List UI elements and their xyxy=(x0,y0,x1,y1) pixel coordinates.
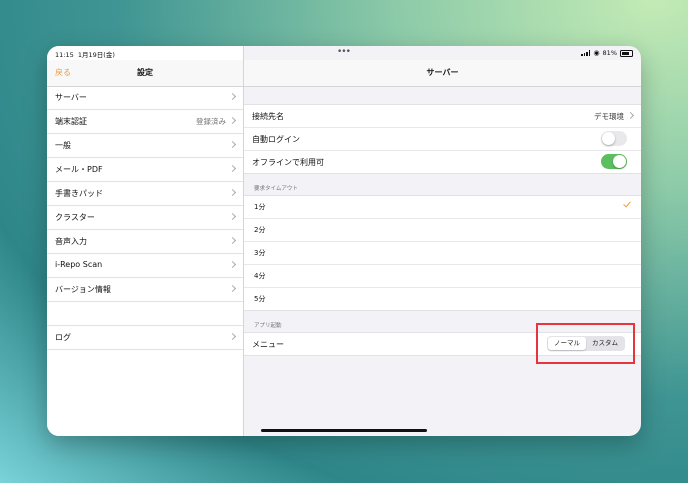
timeout-group: 1分 2分 3分 4分 5分 xyxy=(244,195,641,311)
multitasking-dots-icon[interactable]: ••• xyxy=(337,47,351,57)
chevron-right-icon xyxy=(228,116,237,125)
offline-toggle[interactable] xyxy=(601,154,627,169)
timeout-option-2[interactable]: 2分 xyxy=(244,219,641,242)
timeout-option-1[interactable]: 1分 xyxy=(244,196,641,219)
battery-percentage: 81% xyxy=(602,49,617,57)
status-date: 1月19日(金) xyxy=(77,51,115,59)
sidebar-item-general[interactable]: 一般 xyxy=(47,134,243,158)
auto-login-label: 自動ログイン xyxy=(252,135,300,144)
sidebar-item-mail-pdf[interactable]: メール・PDF xyxy=(47,158,243,182)
timeout-option-label: 4分 xyxy=(254,272,266,280)
signal-icon xyxy=(581,50,591,56)
sidebar-item-irepo-scan[interactable]: i-Repo Scan xyxy=(47,254,243,278)
connection-row[interactable]: 接続先名 デモ環境 xyxy=(244,105,641,128)
sidebar-title: 設定 xyxy=(137,68,153,77)
wifi-icon: ◉ xyxy=(593,49,600,57)
sidebar-item-server[interactable]: サーバー xyxy=(47,86,243,110)
sidebar-item-voice-input[interactable]: 音声入力 xyxy=(47,230,243,254)
chevron-right-icon xyxy=(228,212,237,221)
sidebar-item-label: バージョン情報 xyxy=(55,285,111,294)
sidebar-item-label: 手書きパッド xyxy=(55,189,103,198)
sidebar-item-log[interactable]: ログ xyxy=(47,326,243,350)
chevron-right-icon xyxy=(228,188,237,197)
chevron-right-icon xyxy=(228,92,237,101)
status-indicators: ◉ 81% xyxy=(581,49,633,57)
launch-section-header: アプリ起動 xyxy=(254,323,282,329)
main-navbar: サーバー xyxy=(244,60,641,87)
timeout-option-label: 2分 xyxy=(254,226,266,234)
status-time: 11:15 xyxy=(55,51,74,59)
timeout-option-3[interactable]: 3分 xyxy=(244,242,641,265)
menu-label: メニュー xyxy=(252,340,284,349)
sidebar-list: サーバー 端末認証 登録済み 一般 メール・PDF 手書きパッド クラスター 音声… xyxy=(47,86,243,350)
sidebar-spacer xyxy=(47,302,243,326)
checkmark-icon xyxy=(623,199,631,208)
auto-login-toggle[interactable] xyxy=(601,131,627,146)
sidebar-item-label: i-Repo Scan xyxy=(55,260,103,269)
sidebar-item-label: ログ xyxy=(55,333,71,342)
page-title: サーバー xyxy=(426,68,459,77)
timeout-option-label: 5分 xyxy=(254,295,266,303)
connection-label: 接続先名 xyxy=(252,112,284,121)
settings-sidebar: 戻る 設定 サーバー 端末認証 登録済み 一般 メール・PDF 手書きパッド クラ… xyxy=(47,46,244,436)
offline-label: オフラインで利用可 xyxy=(252,158,324,167)
timeout-section-header: 要求タイムアウト xyxy=(254,186,298,192)
chevron-right-icon xyxy=(228,284,237,293)
sidebar-item-label: 音声入力 xyxy=(55,237,87,246)
sidebar-item-label: 端末認証 xyxy=(55,117,87,126)
sidebar-item-label: クラスター xyxy=(55,213,95,222)
timeout-option-4[interactable]: 4分 xyxy=(244,265,641,288)
chevron-right-icon xyxy=(228,260,237,269)
sidebar-item-label: メール・PDF xyxy=(55,165,103,174)
highlight-box xyxy=(536,323,635,364)
chevron-right-icon xyxy=(228,332,237,341)
timeout-option-label: 3分 xyxy=(254,249,266,257)
chevron-right-icon xyxy=(228,164,237,173)
chevron-right-icon xyxy=(228,236,237,245)
sidebar-item-version-info[interactable]: バージョン情報 xyxy=(47,278,243,302)
battery-icon xyxy=(620,49,633,57)
connection-value: デモ環境 xyxy=(594,112,624,121)
auto-login-row: 自動ログイン xyxy=(244,128,641,151)
home-indicator[interactable] xyxy=(261,429,427,432)
sidebar-item-label: サーバー xyxy=(55,93,87,102)
sidebar-item-device-auth[interactable]: 端末認証 登録済み xyxy=(47,110,243,134)
ipad-screen: 戻る 設定 サーバー 端末認証 登録済み 一般 メール・PDF 手書きパッド クラ… xyxy=(47,46,641,436)
device-auth-status: 登録済み xyxy=(196,117,226,126)
sidebar-navbar: 戻る 設定 xyxy=(47,60,243,87)
status-bar: 11:15 1月19日(金) ••• ◉ 81% xyxy=(47,46,641,60)
chevron-right-icon xyxy=(228,140,237,149)
timeout-option-5[interactable]: 5分 xyxy=(244,288,641,310)
chevron-right-icon xyxy=(626,111,635,120)
timeout-option-label: 1分 xyxy=(254,203,266,211)
sidebar-item-handwriting-pad[interactable]: 手書きパッド xyxy=(47,182,243,206)
status-time-date: 11:15 1月19日(金) xyxy=(55,49,115,59)
server-settings-panel: サーバー 接続先名 デモ環境 自動ログイン オフラインで利用可 要求タイムアウト… xyxy=(244,46,641,436)
sidebar-item-cluster[interactable]: クラスター xyxy=(47,206,243,230)
offline-row: オフラインで利用可 xyxy=(244,151,641,173)
server-options-group: 接続先名 デモ環境 自動ログイン オフラインで利用可 xyxy=(244,104,641,174)
sidebar-item-label: 一般 xyxy=(55,141,71,150)
